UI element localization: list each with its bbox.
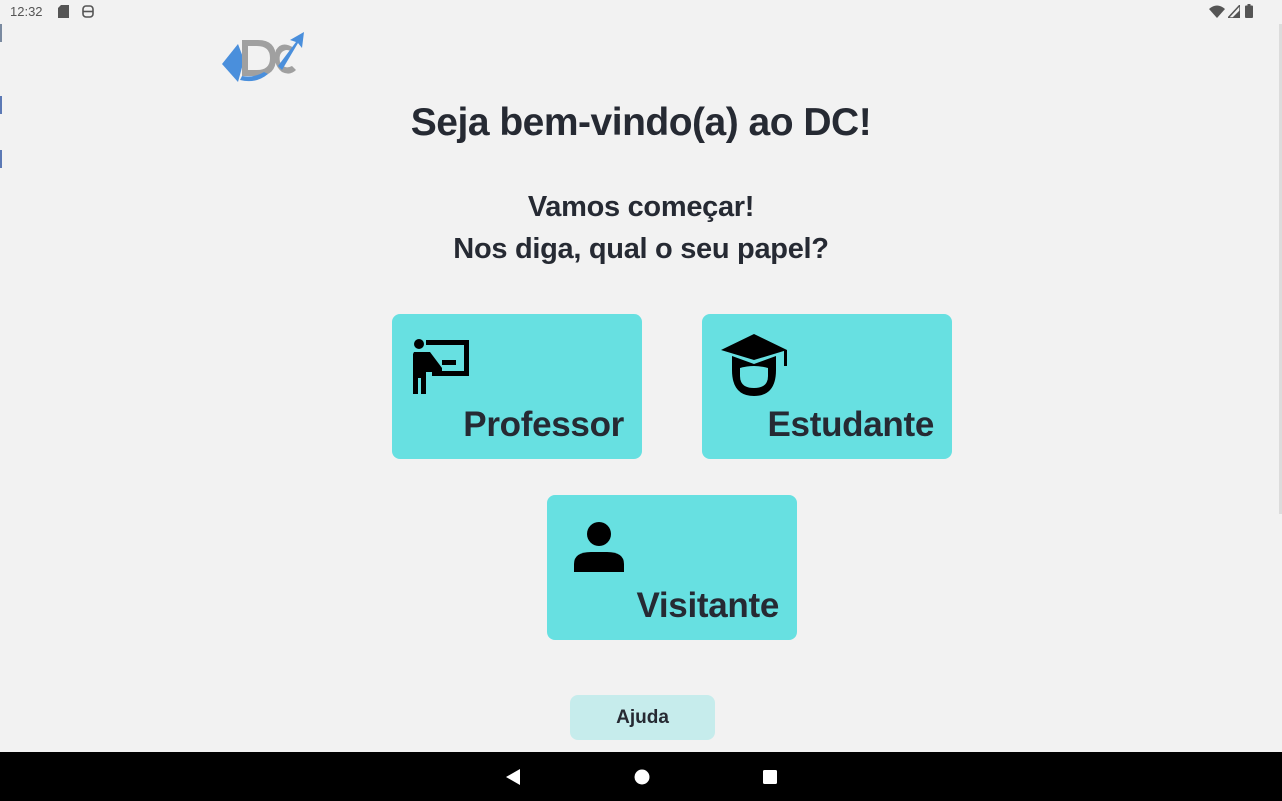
welcome-title: Seja bem-vindo(a) ao DC! <box>410 101 872 144</box>
home-icon[interactable] <box>631 766 653 788</box>
navigation-bar <box>0 752 1282 801</box>
sd-card-icon <box>58 5 69 18</box>
welcome-subtitle-line1: Vamos começar! <box>527 191 755 223</box>
help-button[interactable]: Ajuda <box>570 695 715 740</box>
dc-logo: DC <box>222 32 304 82</box>
status-bar: 12:32 <box>0 0 1282 24</box>
teacher-icon <box>413 339 469 394</box>
person-icon <box>574 522 624 572</box>
graduation-student-icon <box>721 334 787 396</box>
role-label-professor: Professor <box>463 405 624 444</box>
back-icon[interactable] <box>502 766 524 788</box>
wifi-icon <box>1209 5 1225 18</box>
app-notification-icon <box>82 5 94 18</box>
role-card-estudante[interactable]: Estudante <box>702 314 952 459</box>
role-label-estudante: Estudante <box>767 405 935 444</box>
role-label-visitante: Visitante <box>636 586 779 625</box>
signal-icon <box>1228 5 1240 18</box>
recents-icon[interactable] <box>759 766 781 788</box>
status-time: 12:32 <box>10 4 43 19</box>
welcome-subtitle-line2: Nos diga, qual o seu papel? <box>453 233 829 265</box>
role-card-professor[interactable]: Professor <box>392 314 642 459</box>
battery-icon <box>1245 4 1253 18</box>
role-card-visitante[interactable]: Visitante <box>547 495 797 640</box>
